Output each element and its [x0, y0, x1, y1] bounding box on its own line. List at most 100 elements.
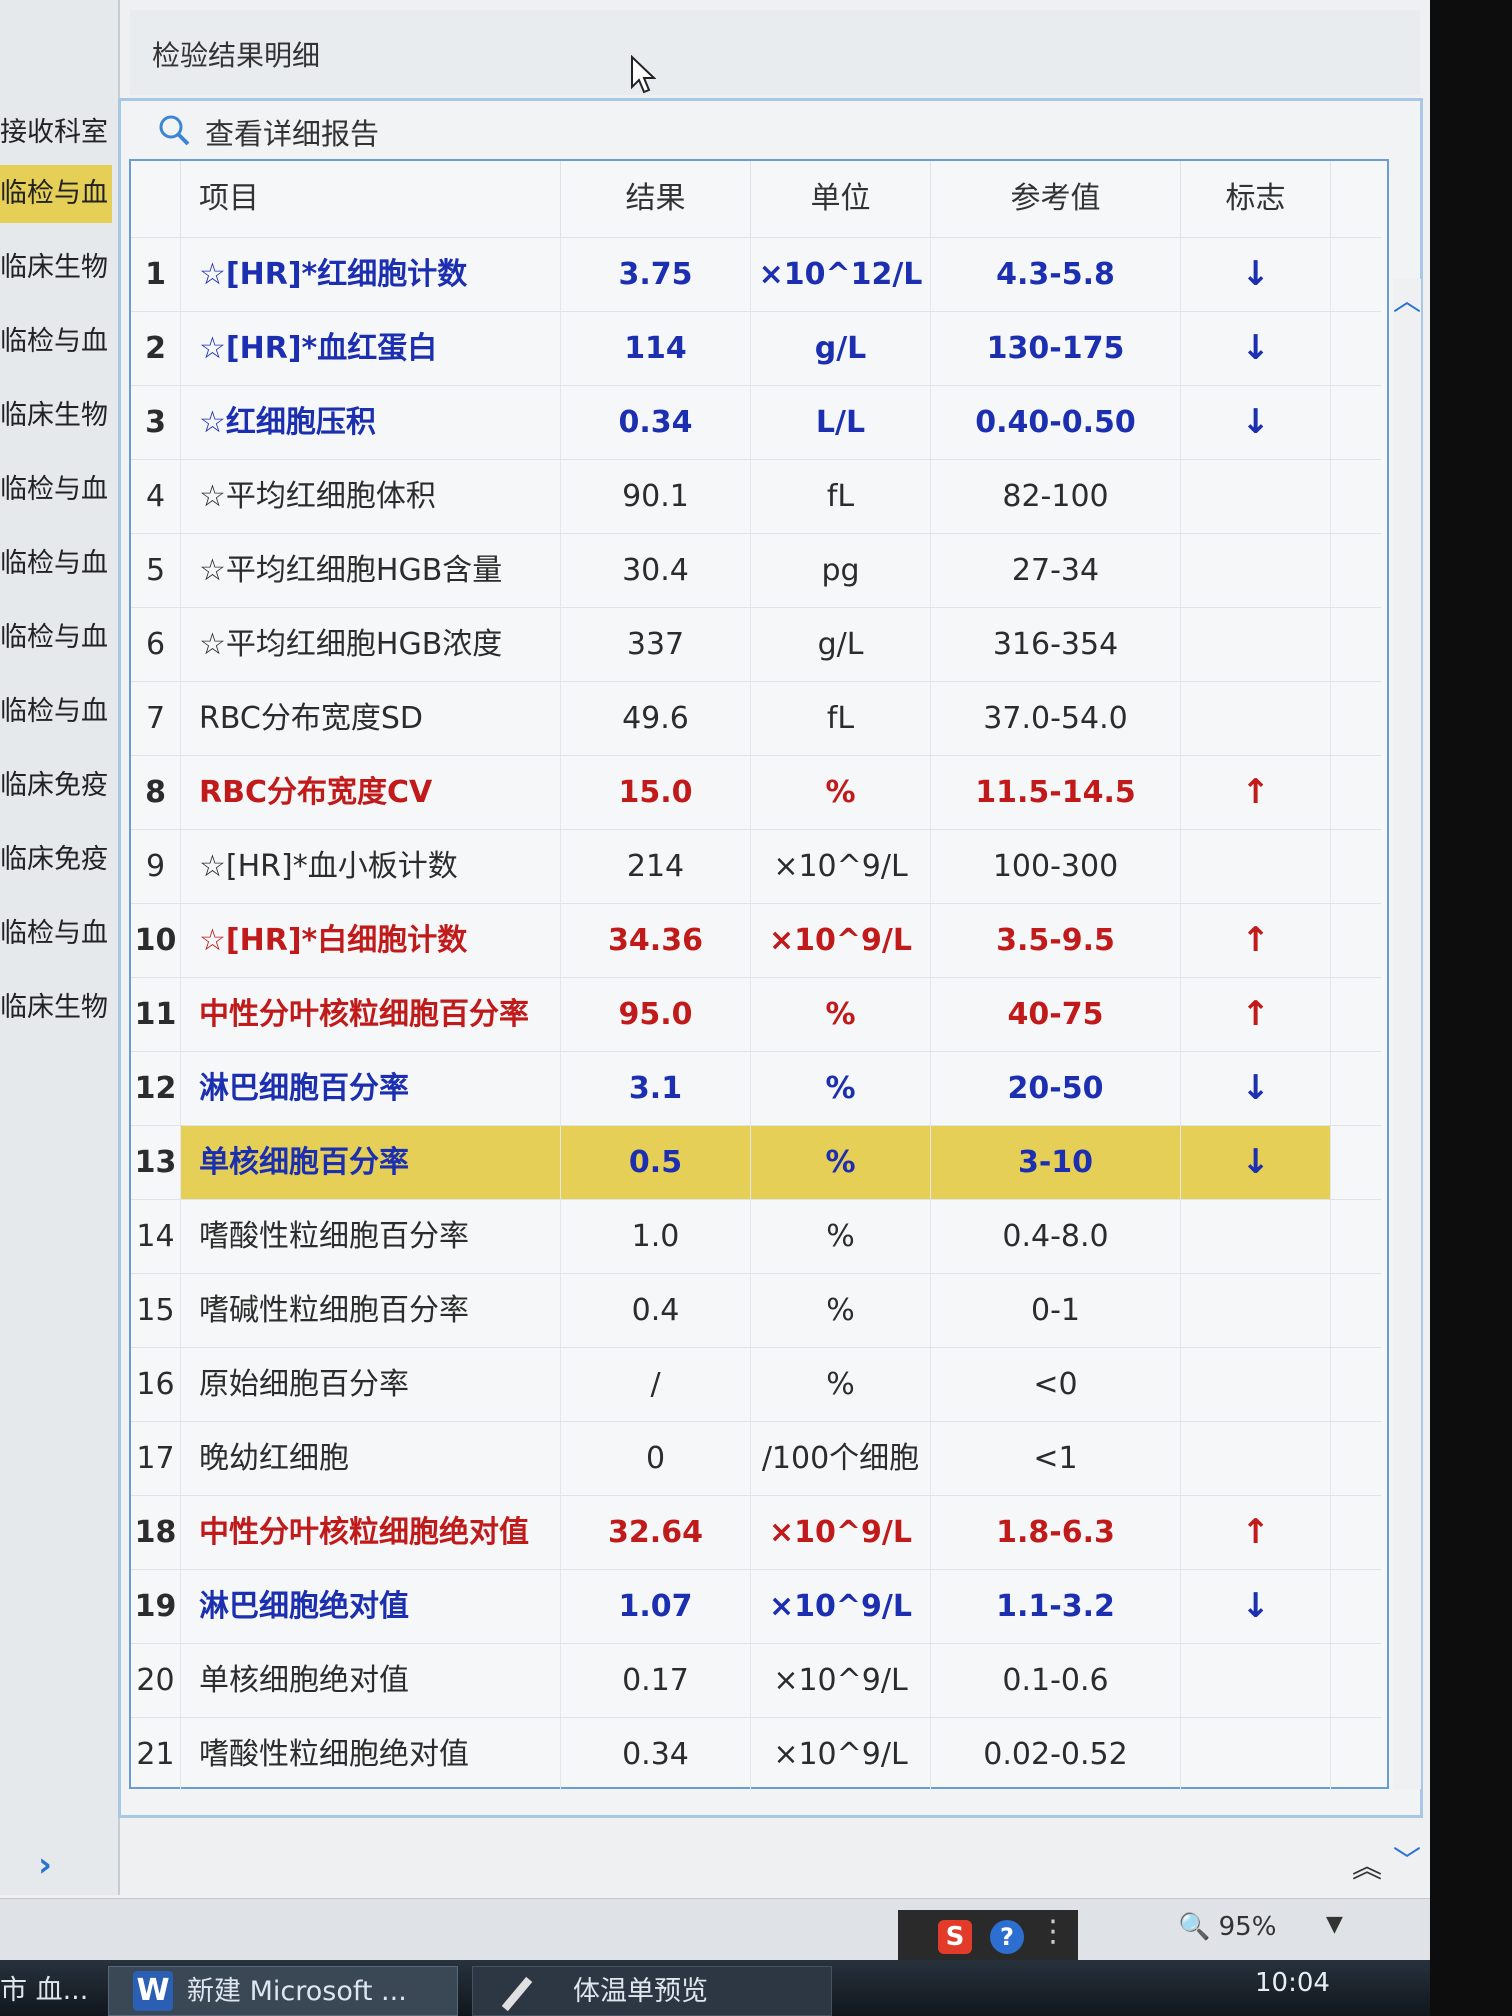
row-number: 10 [131, 904, 181, 977]
left-panel-item[interactable]: 临床生物 [0, 239, 112, 297]
table-row[interactable]: 17 晚幼红细胞 0/100个细胞 <1 [131, 1421, 1381, 1495]
flag-indicator: ↓ [1181, 386, 1331, 459]
row-number: 2 [131, 312, 181, 385]
table-row[interactable]: 2 ☆[HR]*血红蛋白 114 g/L 130-175 ↓ [131, 311, 1381, 385]
table-row[interactable]: 4 ☆平均红细胞体积 90.1 fL 82-100 [131, 459, 1381, 533]
sogou-ime-icon[interactable]: S [938, 1920, 972, 1954]
search-icon[interactable] [157, 113, 191, 151]
table-row[interactable]: 8 RBC分布宽度CV 15.0% 11.5-14.5 ↑ [131, 755, 1381, 829]
vertical-scrollbar[interactable]: ︿ ﹀ [1393, 279, 1421, 1877]
header-result[interactable]: 结果 [561, 161, 751, 237]
table-row[interactable]: 15 嗜碱性粒细胞百分率 0.4% 0-1 [131, 1273, 1381, 1347]
reference-range: 100-300 [931, 830, 1181, 903]
row-number: 1 [131, 238, 181, 311]
double-chevron-up-icon[interactable]: ︽ [1352, 1842, 1382, 1886]
table-row[interactable]: 1 ☆[HR]*红细胞计数 3.75 ×10^12/L 4.3-5.8 ↓ [131, 237, 1381, 311]
left-panel-item[interactable]: 临检与血 [0, 165, 112, 223]
chevron-down-icon[interactable]: ﹀ [1393, 1839, 1421, 1879]
result-value: 3.75 [561, 238, 751, 311]
header-item[interactable]: 项目 [181, 161, 561, 237]
left-panel-item[interactable]: 临床生物 [0, 979, 112, 1037]
table-row[interactable]: 9 ☆[HR]*血小板计数 214 ×10^9/L 100-300 [131, 829, 1381, 903]
toolbar: 查看详细报告 [121, 101, 1420, 159]
row-number: 11 [131, 978, 181, 1051]
table-row[interactable]: 16 原始细胞百分率 /% <0 [131, 1347, 1381, 1421]
reference-range: 3.5-9.5 [931, 904, 1181, 977]
left-panel-item[interactable]: 临检与血 [0, 683, 112, 741]
unit: fL [751, 682, 931, 755]
left-panel-item[interactable]: 临检与血 [0, 461, 112, 519]
table-row[interactable]: 10 ☆[HR]*白细胞计数 34.36 ×10^9/L 3.5-9.5 ↑ [131, 903, 1381, 977]
reference-range: 0.40-0.50 [931, 386, 1181, 459]
unit: ×10^9/L [751, 1718, 931, 1791]
unit: ×10^9/L [751, 904, 931, 977]
header-reference[interactable]: 参考值 [931, 161, 1181, 237]
table-row[interactable]: 13 单核细胞百分率 0.5% 3-10 ↓ [131, 1125, 1381, 1199]
result-value: / [561, 1348, 751, 1421]
table-row[interactable]: 7 RBC分布宽度SD 49.6 fL 37.0-54.0 [131, 681, 1381, 755]
left-panel-item[interactable]: 临床免疫 [0, 831, 112, 889]
item-name: ☆[HR]*血红蛋白 [181, 312, 561, 385]
chevron-right-icon[interactable]: › [38, 1845, 52, 1885]
flag-indicator: ↓ [1181, 1570, 1331, 1643]
chevron-up-icon[interactable]: ︿ [1393, 279, 1421, 319]
table-row[interactable]: 14 嗜酸性粒细胞百分率 1.0% 0.4-8.0 [131, 1199, 1381, 1273]
item-name: ☆红细胞压积 [181, 386, 561, 459]
flag-indicator: ↑ [1181, 756, 1331, 829]
table-row[interactable]: 21 嗜酸性粒细胞绝对值 0.34 ×10^9/L 0.02-0.52 [131, 1717, 1381, 1791]
flag-indicator [1181, 1200, 1331, 1273]
flag-indicator: ↑ [1181, 1496, 1331, 1569]
item-name: 晚幼红细胞 [181, 1422, 561, 1495]
taskbar-item-temperature-chart[interactable]: 体温单预览 [472, 1966, 832, 2016]
view-detail-report-button[interactable]: 查看详细报告 [205, 111, 379, 153]
taskbar-item[interactable]: 市 血... [0, 1966, 100, 2016]
unit: % [751, 978, 931, 1051]
reference-range: 27-34 [931, 534, 1181, 607]
flag-indicator [1181, 1348, 1331, 1421]
result-value: 95.0 [561, 978, 751, 1051]
table-row[interactable]: 19 淋巴细胞绝对值 1.07 ×10^9/L 1.1-3.2 ↓ [131, 1569, 1381, 1643]
item-name: 淋巴细胞百分率 [181, 1052, 561, 1125]
item-name: ☆[HR]*血小板计数 [181, 830, 561, 903]
monitor-bezel [1430, 0, 1512, 2016]
unit: % [751, 1052, 931, 1125]
table-row[interactable]: 20 单核细胞绝对值 0.17 ×10^9/L 0.1-0.6 [131, 1643, 1381, 1717]
flag-indicator: ↓ [1181, 238, 1331, 311]
result-value: 0.17 [561, 1644, 751, 1717]
left-panel-item[interactable]: 临床免疫 [0, 757, 112, 815]
unit: ×10^9/L [751, 1570, 931, 1643]
taskbar-item-word[interactable]: W 新建 Microsoft ... [108, 1966, 458, 2016]
help-icon[interactable]: ? [990, 1920, 1024, 1954]
table-row[interactable]: 6 ☆平均红细胞HGB浓度 337 g/L 316-354 [131, 607, 1381, 681]
unit: g/L [751, 608, 931, 681]
dropdown-arrow-icon[interactable]: ▼ [1326, 1912, 1343, 1937]
result-value: 32.64 [561, 1496, 751, 1569]
table-row[interactable]: 18 中性分叶核粒细胞绝对值 32.64 ×10^9/L 1.8-6.3 ↑ [131, 1495, 1381, 1569]
row-number: 6 [131, 608, 181, 681]
left-panel-item[interactable]: 临检与血 [0, 313, 112, 371]
result-value: 15.0 [561, 756, 751, 829]
flag-indicator [1181, 1422, 1331, 1495]
left-panel-item[interactable]: 临检与血 [0, 535, 112, 593]
reference-range: 316-354 [931, 608, 1181, 681]
table-row[interactable]: 11 中性分叶核粒细胞百分率 95.0% 40-75 ↑ [131, 977, 1381, 1051]
table-row[interactable]: 12 淋巴细胞百分率 3.1% 20-50 ↓ [131, 1051, 1381, 1125]
row-number: 12 [131, 1052, 181, 1125]
flag-indicator [1181, 682, 1331, 755]
result-value: 214 [561, 830, 751, 903]
result-value: 1.0 [561, 1200, 751, 1273]
left-panel-item[interactable]: 临检与血 [0, 905, 112, 963]
header-flag[interactable]: 标志 [1181, 161, 1331, 237]
header-unit[interactable]: 单位 [751, 161, 931, 237]
table-row[interactable]: 3 ☆红细胞压积 0.34 L/L 0.40-0.50 ↓ [131, 385, 1381, 459]
table-row[interactable]: 5 ☆平均红细胞HGB含量 30.4 pg 27-34 [131, 533, 1381, 607]
flag-indicator [1181, 460, 1331, 533]
result-value: 49.6 [561, 682, 751, 755]
left-panel-item[interactable]: 临床生物 [0, 387, 112, 445]
unit: L/L [751, 386, 931, 459]
reference-range: 4.3-5.8 [931, 238, 1181, 311]
left-panel-item[interactable]: 临检与血 [0, 609, 112, 667]
row-number: 21 [131, 1718, 181, 1791]
more-icon[interactable]: ⋮ [1038, 1914, 1068, 1949]
zoom-control[interactable]: 🔍 95% [1178, 1912, 1276, 1942]
